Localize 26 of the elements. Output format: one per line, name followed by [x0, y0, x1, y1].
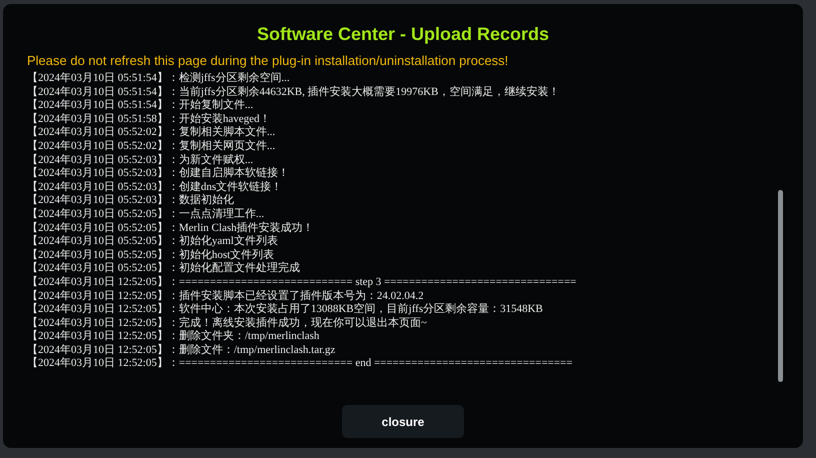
- log-line: 【2024年03月10日 12:52:05】：============================ step 3 ===============================: [27, 276, 576, 290]
- log-line: 【2024年03月10日 05:52:03】：创建自启脚本软链接！: [27, 167, 289, 180]
- warning-text: Please do not refresh this page during the plug-in installation/uninstallation process!: [27, 53, 510, 68]
- dialog-title: Software Center - Upload Records: [256, 24, 550, 45]
- log-line: 【2024年03月10日 12:52:05】：删除文件夹：/tmp/merlinclash: [27, 330, 320, 344]
- scrollbar-thumb[interactable]: [778, 190, 783, 382]
- log-line: 【2024年03月10日 12:52:05】：插件安装脚本已经设置了插件版本号为：24.02.04.2: [27, 290, 424, 302]
- log-line: 【2024年03月10日 12:52:05】：============================ end ================================: [27, 357, 572, 372]
- log-line: 【2024年03月10日 05:51:54】：检测jffs分区剩余空间...: [27, 72, 290, 86]
- log-line: 【2024年03月10日 05:52:05】：初始化host文件列表: [27, 248, 274, 262]
- log-line: 【2024年03月10日 05:52:02】：复制相关网页文件...: [27, 140, 276, 154]
- log-line: 【2024年03月10日 05:51:54】：开始复制文件...: [27, 99, 254, 112]
- log-line: 【2024年03月10日 05:52:03】：数据初始化: [27, 194, 234, 208]
- log-line: 【2024年03月10日 05:52:05】：初始化配置文件处理完成: [27, 262, 300, 276]
- close-button[interactable]: closure: [342, 405, 464, 438]
- log-line: 【2024年03月10日 05:52:05】：Merlin Clash插件安装成功！: [27, 222, 314, 234]
- log-line: 【2024年03月10日 05:52:03】：创建dns文件软链接！: [27, 180, 282, 194]
- log-line: 【2024年03月10日 05:51:58】：开始安装haveged！: [27, 112, 271, 126]
- log-line: 【2024年03月10日 12:52:05】：软件中心：本次安装占用了13088KB空间，目前jffs分区剩余容量：31548KB: [27, 303, 543, 316]
- log-line: 【2024年03月10日 05:52:03】：为新文件赋权...: [27, 154, 254, 166]
- log-line: 【2024年03月10日 05:52:05】：一点点清理工作...: [27, 208, 264, 222]
- log-line: 【2024年03月10日 12:52:05】：完成！离线安装插件成功，现在你可以退出本页面~: [27, 316, 427, 330]
- log-line: 【2024年03月10日 12:52:05】：删除文件：/tmp/merlinclash.tar.gz: [27, 344, 336, 356]
- log-line: 【2024年03月10日 05:52:02】：复制相关脚本文件...: [27, 126, 276, 140]
- log-line: 【2024年03月10日 05:52:05】：初始化yaml文件列表: [27, 235, 278, 248]
- log-line: 【2024年03月10日 05:51:54】：当前jffs分区剩余44632KB, 插件安装大概需要19976KB，空间满足，继续安装！: [27, 86, 560, 98]
